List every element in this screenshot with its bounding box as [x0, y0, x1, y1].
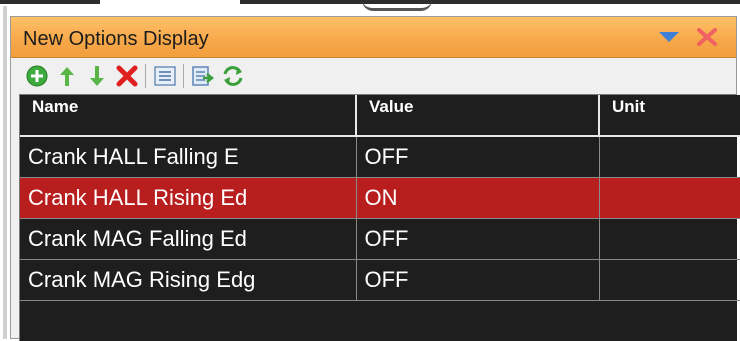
- refresh-icon[interactable]: [221, 64, 245, 88]
- cell-value[interactable]: OFF: [356, 136, 600, 178]
- background-border: [0, 0, 100, 4]
- background-edge: [3, 6, 7, 339]
- cell-name[interactable]: Crank MAG Falling Ed: [20, 218, 357, 260]
- table-row[interactable]: Crank HALL Falling E OFF: [20, 136, 740, 178]
- cell-name[interactable]: Crank HALL Falling E: [20, 136, 357, 178]
- background-glyph: [362, 0, 432, 11]
- cell-unit[interactable]: [599, 259, 740, 301]
- table-row[interactable]: Crank MAG Falling Ed OFF: [20, 218, 740, 260]
- column-header-value[interactable]: Value: [356, 95, 600, 137]
- export-icon[interactable]: [191, 64, 215, 88]
- options-table: Name Value Unit Crank HALL Falling E OFF…: [20, 95, 740, 301]
- list-icon[interactable]: [153, 64, 177, 88]
- table-row[interactable]: Crank MAG Rising Edg OFF: [20, 259, 740, 301]
- move-down-icon[interactable]: [85, 64, 109, 88]
- cell-name[interactable]: Crank MAG Rising Edg: [20, 259, 357, 301]
- cell-value[interactable]: ON: [356, 177, 600, 219]
- cell-value[interactable]: OFF: [356, 259, 600, 301]
- options-grid: Name Value Unit Crank HALL Falling E OFF…: [19, 94, 740, 341]
- toolbar-separator: [183, 64, 184, 88]
- dropdown-arrow-icon[interactable]: [657, 29, 681, 45]
- move-up-icon[interactable]: [55, 64, 79, 88]
- toolbar-separator: [145, 64, 146, 88]
- close-icon[interactable]: [695, 26, 719, 48]
- background-window-strip: [0, 0, 740, 339]
- background-border: [240, 0, 740, 4]
- panel-title: New Options Display: [23, 28, 209, 50]
- options-display-panel: New Options Display Name Value Unit Cran…: [10, 16, 740, 341]
- cell-value[interactable]: OFF: [356, 218, 600, 260]
- add-icon[interactable]: [25, 64, 49, 88]
- cell-unit[interactable]: [599, 136, 740, 178]
- cell-name[interactable]: Crank HALL Rising Ed: [20, 177, 357, 219]
- cell-unit[interactable]: [599, 218, 740, 260]
- delete-icon[interactable]: [115, 64, 139, 88]
- panel-toolbar: [11, 58, 736, 94]
- panel-titlebar[interactable]: New Options Display: [11, 17, 736, 58]
- cell-unit[interactable]: [599, 177, 740, 219]
- column-header-name[interactable]: Name: [20, 95, 357, 137]
- column-header-unit[interactable]: Unit: [599, 95, 740, 137]
- table-row-selected[interactable]: Crank HALL Rising Ed ON: [20, 177, 740, 219]
